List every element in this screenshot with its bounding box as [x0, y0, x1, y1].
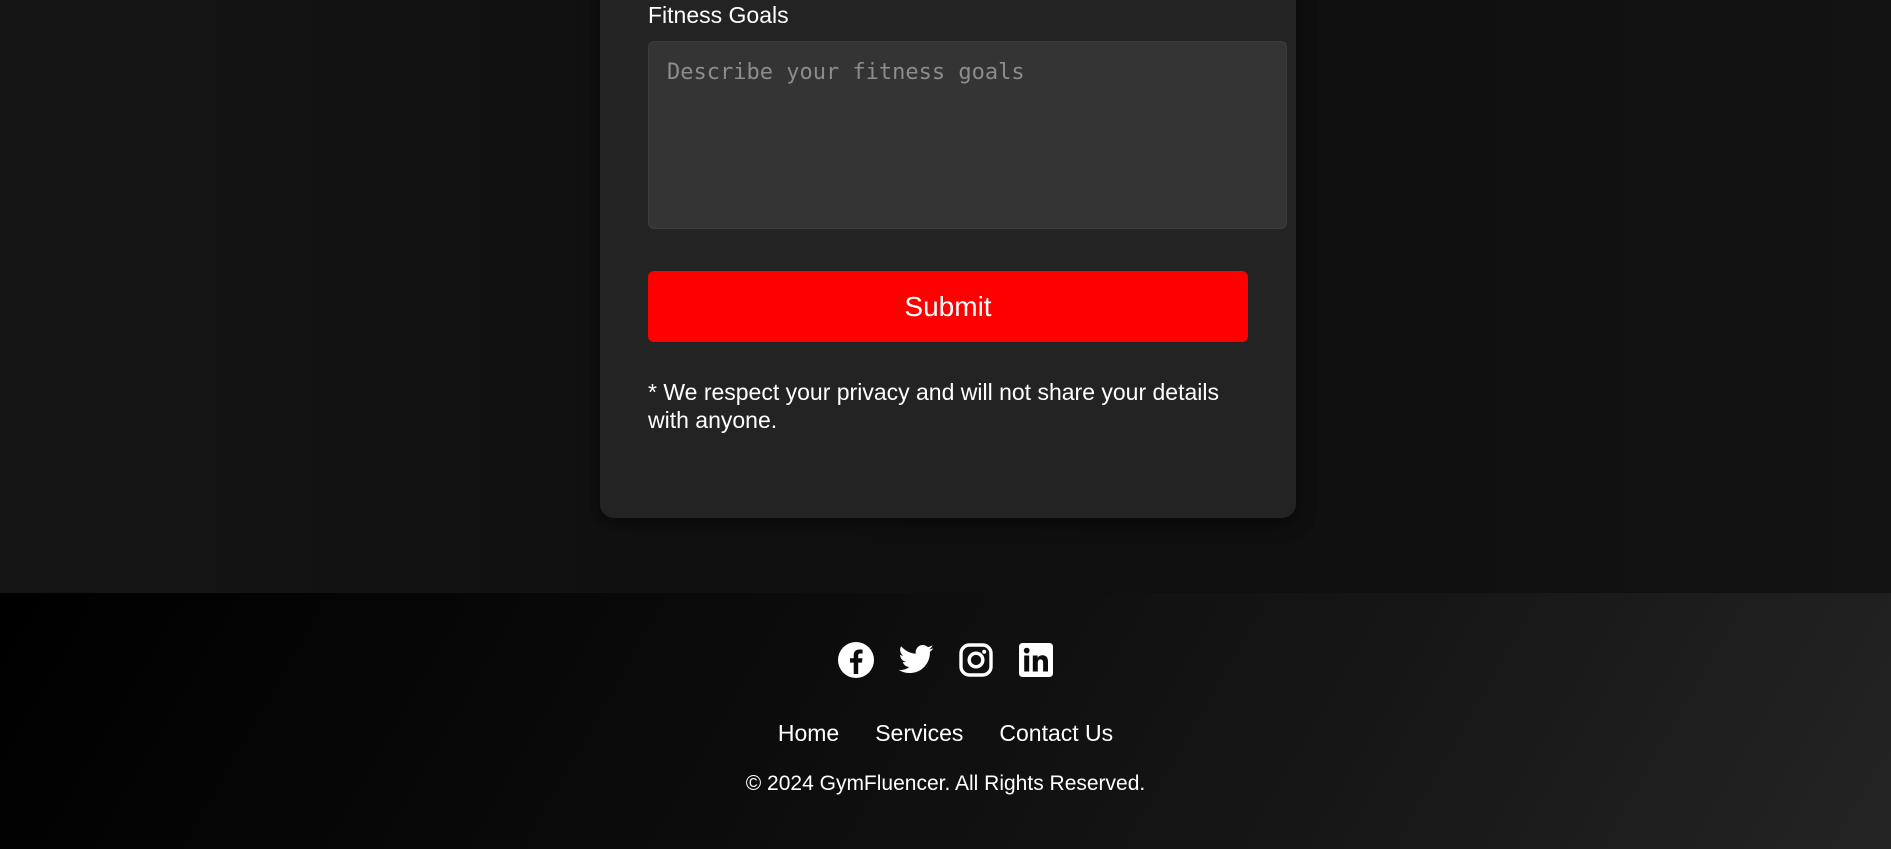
- linkedin-icon[interactable]: [1017, 641, 1055, 679]
- social-links: [0, 641, 1891, 681]
- privacy-note: * We respect your privacy and will not s…: [648, 379, 1220, 433]
- copyright-text: © 2024 GymFluencer. All Rights Reserved.: [745, 772, 1146, 795]
- instagram-icon[interactable]: [957, 641, 995, 679]
- footer-nav: Home Services Contact Us: [0, 717, 1891, 749]
- footer-link-contact-us[interactable]: Contact Us: [999, 717, 1113, 749]
- facebook-icon[interactable]: [837, 641, 875, 679]
- submit-button[interactable]: Submit: [648, 271, 1248, 342]
- fitness-goals-label: Fitness Goals: [648, 2, 789, 28]
- fitness-goals-textarea[interactable]: [648, 41, 1287, 229]
- twitter-icon[interactable]: [897, 641, 935, 679]
- footer-link-home[interactable]: Home: [778, 717, 839, 749]
- footer-link-services[interactable]: Services: [875, 717, 963, 749]
